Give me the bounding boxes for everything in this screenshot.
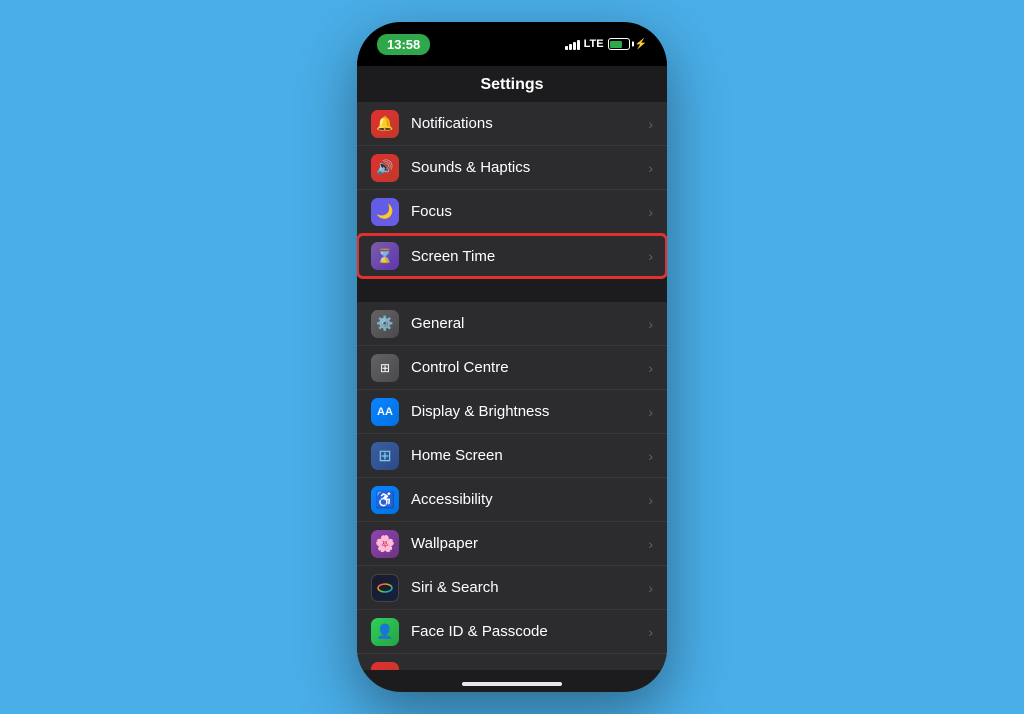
sounds-icon: 🔊 xyxy=(371,154,399,182)
section-1: 🔔 Notifications › 🔊 Sounds & Haptics › 🌙… xyxy=(357,102,667,278)
charging-icon: ⚡ xyxy=(635,39,647,50)
section-gap xyxy=(357,280,667,302)
accessibility-chevron: › xyxy=(648,492,653,508)
notifications-icon: 🔔 xyxy=(371,110,399,138)
notifications-label: Notifications xyxy=(411,115,648,132)
notifications-chevron: › xyxy=(648,116,653,132)
face-id-chevron: › xyxy=(648,624,653,640)
sounds-chevron: › xyxy=(648,160,653,176)
signal-bars xyxy=(565,38,580,50)
display-icon: AA xyxy=(371,398,399,426)
screen-time-label: Screen Time xyxy=(411,248,648,265)
siri-label: Siri & Search xyxy=(411,579,648,596)
home-screen-label: Home Screen xyxy=(411,447,648,464)
home-screen-chevron: › xyxy=(648,448,653,464)
focus-label: Focus xyxy=(411,203,648,220)
status-icons: LTE ⚡ xyxy=(565,38,647,50)
sos-chevron: › xyxy=(648,668,653,671)
settings-item-control-centre[interactable]: ⊞ Control Centre › xyxy=(357,346,667,390)
control-centre-label: Control Centre xyxy=(411,359,648,376)
home-screen-icon: ⊞ xyxy=(371,442,399,470)
face-id-icon: 👤 xyxy=(371,618,399,646)
sounds-label: Sounds & Haptics xyxy=(411,159,648,176)
accessibility-label: Accessibility xyxy=(411,491,648,508)
settings-item-accessibility[interactable]: ♿ Accessibility › xyxy=(357,478,667,522)
phone-frame: 13:58 LTE ⚡ Settings 🔔 Notifications › xyxy=(357,22,667,692)
siri-chevron: › xyxy=(648,580,653,596)
sos-label: Emergency SOS xyxy=(411,667,648,670)
wallpaper-chevron: › xyxy=(648,536,653,552)
focus-chevron: › xyxy=(648,204,653,220)
sos-icon: SOS xyxy=(371,662,399,671)
status-time: 13:58 xyxy=(377,34,430,55)
settings-item-face-id[interactable]: 👤 Face ID & Passcode › xyxy=(357,610,667,654)
control-centre-chevron: › xyxy=(648,360,653,376)
screen-time-chevron: › xyxy=(648,248,653,264)
display-label: Display & Brightness xyxy=(411,403,648,420)
battery-status-icon xyxy=(608,38,630,50)
focus-icon: 🌙 xyxy=(371,198,399,226)
section-2: ⚙️ General › ⊞ Control Centre › AA Displ… xyxy=(357,302,667,670)
general-label: General xyxy=(411,315,648,332)
home-indicator xyxy=(462,682,562,686)
wallpaper-label: Wallpaper xyxy=(411,535,648,552)
lte-badge: LTE xyxy=(584,38,604,50)
settings-item-home-screen[interactable]: ⊞ Home Screen › xyxy=(357,434,667,478)
status-bar: 13:58 LTE ⚡ xyxy=(357,22,667,66)
display-chevron: › xyxy=(648,404,653,420)
face-id-label: Face ID & Passcode xyxy=(411,623,648,640)
settings-list: 🔔 Notifications › 🔊 Sounds & Haptics › 🌙… xyxy=(357,102,667,670)
settings-item-focus[interactable]: 🌙 Focus › xyxy=(357,190,667,234)
siri-icon xyxy=(371,574,399,602)
wallpaper-icon: 🌸 xyxy=(371,530,399,558)
general-chevron: › xyxy=(648,316,653,332)
settings-item-screen-time[interactable]: ⌛ Screen Time › xyxy=(357,234,667,278)
general-icon: ⚙️ xyxy=(371,310,399,338)
settings-item-sos[interactable]: SOS Emergency SOS › xyxy=(357,654,667,670)
settings-item-wallpaper[interactable]: 🌸 Wallpaper › xyxy=(357,522,667,566)
settings-item-notifications[interactable]: 🔔 Notifications › xyxy=(357,102,667,146)
page-title: Settings xyxy=(357,66,667,102)
settings-item-sounds[interactable]: 🔊 Sounds & Haptics › xyxy=(357,146,667,190)
settings-item-siri[interactable]: Siri & Search › xyxy=(357,566,667,610)
settings-item-general[interactable]: ⚙️ General › xyxy=(357,302,667,346)
control-centre-icon: ⊞ xyxy=(371,354,399,382)
accessibility-icon: ♿ xyxy=(371,486,399,514)
settings-item-display[interactable]: AA Display & Brightness › xyxy=(357,390,667,434)
screen-time-icon: ⌛ xyxy=(371,242,399,270)
